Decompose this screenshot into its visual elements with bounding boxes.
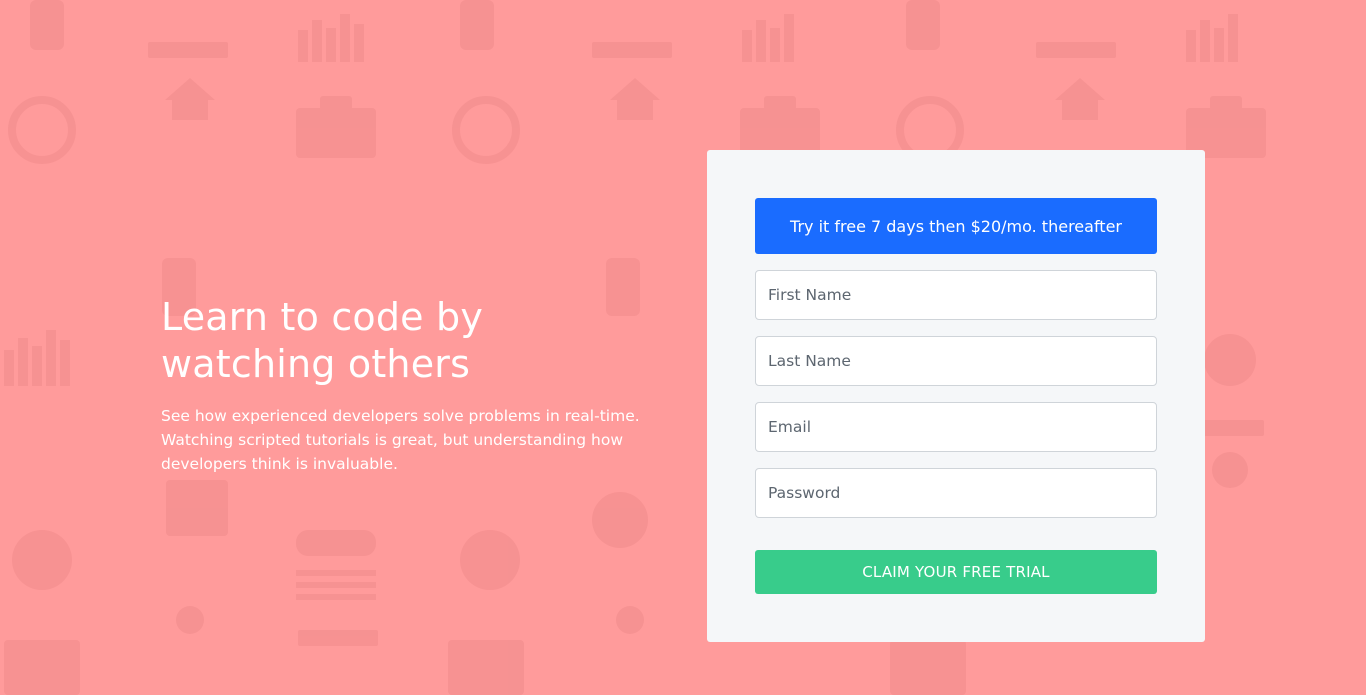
claim-free-trial-button[interactable]: CLAIM YOUR FREE TRIAL — [755, 550, 1157, 594]
email-field[interactable] — [755, 402, 1157, 452]
first-name-field[interactable] — [755, 270, 1157, 320]
hero-title-line2: watching others — [161, 342, 471, 386]
hero-section: Learn to code by watching others See how… — [161, 294, 661, 476]
hero-title: Learn to code by watching others — [161, 294, 661, 388]
password-field[interactable] — [755, 468, 1157, 518]
trial-promo-banner: Try it free 7 days then $20/mo. thereaft… — [755, 198, 1157, 254]
hero-description: See how experienced developers solve pro… — [161, 407, 640, 473]
trial-promo-text: Try it free 7 days then $20/mo. thereaft… — [790, 216, 1122, 236]
signup-card: Try it free 7 days then $20/mo. thereaft… — [707, 150, 1205, 642]
hero-title-line1: Learn to code by — [161, 295, 484, 339]
last-name-field[interactable] — [755, 336, 1157, 386]
